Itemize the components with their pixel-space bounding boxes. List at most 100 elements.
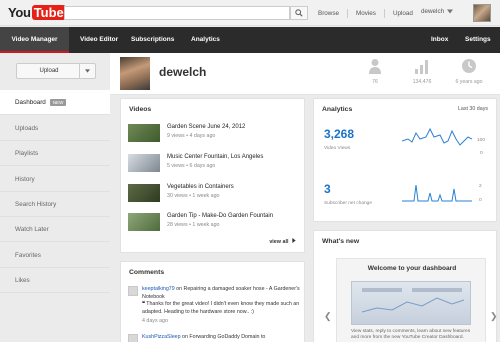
browse-link[interactable]: Browse <box>318 10 339 17</box>
subscribers-count: 76 <box>372 79 378 85</box>
commenter-avatar[interactable] <box>128 334 138 342</box>
welcome-slide[interactable]: Welcome to your dashboard View stats, re… <box>336 258 486 342</box>
sidebar-item-search-history[interactable]: Search History <box>0 192 110 217</box>
video-views-value[interactable]: 3,268 <box>324 127 354 141</box>
video-title[interactable]: Vegetables in Containers <box>167 184 234 190</box>
video-thumbnail[interactable] <box>128 124 160 142</box>
video-list-item[interactable]: Music Center Fountain, Los Angeles 5 view… <box>128 154 298 178</box>
analytics-card-title[interactable]: Analytics <box>322 106 352 113</box>
video-thumbnail[interactable] <box>128 154 160 172</box>
video-thumbnail[interactable] <box>128 213 160 231</box>
video-views-label: Video Views <box>324 146 351 151</box>
sidebar-item-watch-later[interactable]: Watch Later <box>0 217 110 242</box>
commenter-name[interactable]: keeptalking79 <box>142 286 175 292</box>
user-menu[interactable]: dewelch <box>421 8 454 15</box>
video-meta: 5 views • 6 days ago <box>167 163 216 169</box>
sidebar-item-label: Dashboard <box>15 99 46 106</box>
comment-text: keeptalking79 on Repairing a damaged soa… <box>142 286 304 326</box>
search-input[interactable] <box>64 6 290 20</box>
whats-new-card: What's new Welcome to your dashboard Vie… <box>313 230 498 342</box>
tab-inbox[interactable]: Inbox <box>431 27 448 53</box>
view-all-link[interactable]: view all <box>269 238 296 245</box>
videos-card-title: Videos <box>129 106 152 113</box>
next-slide-button[interactable]: ❯ <box>490 311 498 322</box>
upload-link[interactable]: Upload <box>393 10 413 17</box>
videos-card: Videos Garden Scene June 24, 2012 9 views… <box>120 98 305 253</box>
tab-subscriptions[interactable]: Subscriptions <box>131 27 174 53</box>
video-meta: 28 views • 1 week ago <box>167 222 220 228</box>
movies-link[interactable]: Movies <box>356 10 376 17</box>
logo-you-text: You <box>8 5 31 20</box>
sidebar-item-label: Likes <box>15 277 30 284</box>
comment-quote: Thanks for the great video! I didn't eve… <box>142 301 300 315</box>
commenter-avatar[interactable] <box>128 286 138 296</box>
sidebar-item-history[interactable]: History <box>0 167 110 192</box>
sidebar-item-label: History <box>15 176 35 183</box>
welcome-description: View stats, reply to comments, learn abo… <box>351 329 471 341</box>
comments-card: Comments keeptalking79 on Repairing a da… <box>120 261 305 342</box>
top-links: Browse Movies Upload <box>318 9 413 18</box>
youtube-logo[interactable]: You Tube <box>8 4 66 21</box>
user-name: dewelch <box>421 8 445 15</box>
upload-options-button[interactable] <box>79 64 95 78</box>
video-list-item[interactable]: Garden Tip - Make-Do Garden Fountain 28 v… <box>128 213 298 237</box>
sidebar-item-playlists[interactable]: Playlists <box>0 141 110 166</box>
sidebar-item-uploads[interactable]: Uploads <box>0 116 110 141</box>
link-divider <box>347 9 348 18</box>
chevron-left-icon: ❮ <box>324 311 332 321</box>
whats-new-title: What's new <box>322 238 360 245</box>
quote-icon: ❝ <box>142 301 145 307</box>
tab-settings[interactable]: Settings <box>465 27 491 53</box>
masthead: You Tube Browse Movies Upload dewelch <box>0 0 500 26</box>
tab-video-editor[interactable]: Video Editor <box>80 27 118 53</box>
commenter-name[interactable]: KushPizzaSleep <box>142 334 181 340</box>
chevron-down-icon <box>447 9 454 14</box>
subscriber-change-label: Subscriber net change <box>324 201 372 206</box>
video-list-item[interactable]: Vegetables in Containers 30 views • 1 wee… <box>128 184 298 208</box>
video-list-item[interactable]: Garden Scene June 24, 2012 9 views • 4 da… <box>128 124 298 148</box>
sidebar-item-likes[interactable]: Likes <box>0 268 110 293</box>
prev-slide-button[interactable]: ❮ <box>324 311 332 322</box>
views-count: 134,476 <box>412 79 432 85</box>
sidebar-item-favorites[interactable]: Favorites <box>0 243 110 268</box>
search-button[interactable] <box>290 6 308 20</box>
sidebar-item-label: Playlists <box>15 150 39 157</box>
channel-avatar[interactable] <box>120 57 150 90</box>
comment-time: 4 days ago <box>142 318 168 324</box>
sidebar-item-label: Search History <box>15 201 57 208</box>
analytics-card: Analytics Last 30 days 3,268 Video Views… <box>313 98 497 222</box>
subs-axis-bottom: 0 <box>479 198 482 203</box>
video-title[interactable]: Garden Scene June 24, 2012 <box>167 124 245 130</box>
video-thumbnail[interactable] <box>128 184 160 202</box>
subscribers-icon <box>369 59 381 74</box>
subscribers-sparkline[interactable] <box>402 181 472 209</box>
new-badge: NEW <box>49 98 67 106</box>
video-meta: 30 views • 1 week ago <box>167 193 220 199</box>
views-chart-icon <box>415 60 428 74</box>
subs-axis-top: 2 <box>479 184 482 189</box>
views-sparkline[interactable] <box>402 119 472 155</box>
video-title[interactable]: Music Center Fountain, Los Angeles <box>167 154 263 160</box>
video-title[interactable]: Garden Tip - Make-Do Garden Fountain <box>167 213 273 219</box>
welcome-title: Welcome to your dashboard <box>367 265 457 272</box>
comments-card-title: Comments <box>129 269 165 276</box>
sidebar-item-label: Watch Later <box>15 226 49 233</box>
comment-context: on Forwarding GoDaddy Domain to <box>180 334 266 340</box>
analytics-period[interactable]: Last 30 days <box>458 106 488 112</box>
subscriber-change-value[interactable]: 3 <box>324 182 331 196</box>
channel-nav: Video Manager Video Editor Subscriptions… <box>0 27 500 53</box>
dashboard-preview-graphic <box>361 288 465 313</box>
dashboard-preview-image <box>351 281 471 325</box>
avatar[interactable] <box>473 4 491 22</box>
sidebar: Upload Dashboard NEW Uploads Playlists Hi… <box>0 53 110 342</box>
sidebar-item-label: Uploads <box>15 125 39 132</box>
comment-text: KushPizzaSleep on Forwarding GoDaddy Dom… <box>142 334 304 342</box>
search-icon <box>295 9 303 17</box>
chevron-down-icon <box>85 69 90 73</box>
tab-video-manager[interactable]: Video Manager <box>0 27 69 53</box>
channel-name[interactable]: dewelch <box>159 65 206 79</box>
upload-button[interactable]: Upload <box>16 63 96 79</box>
sidebar-item-dashboard[interactable]: Dashboard NEW <box>0 90 110 115</box>
video-meta: 9 views • 4 days ago <box>167 133 216 139</box>
tab-analytics[interactable]: Analytics <box>191 27 220 53</box>
